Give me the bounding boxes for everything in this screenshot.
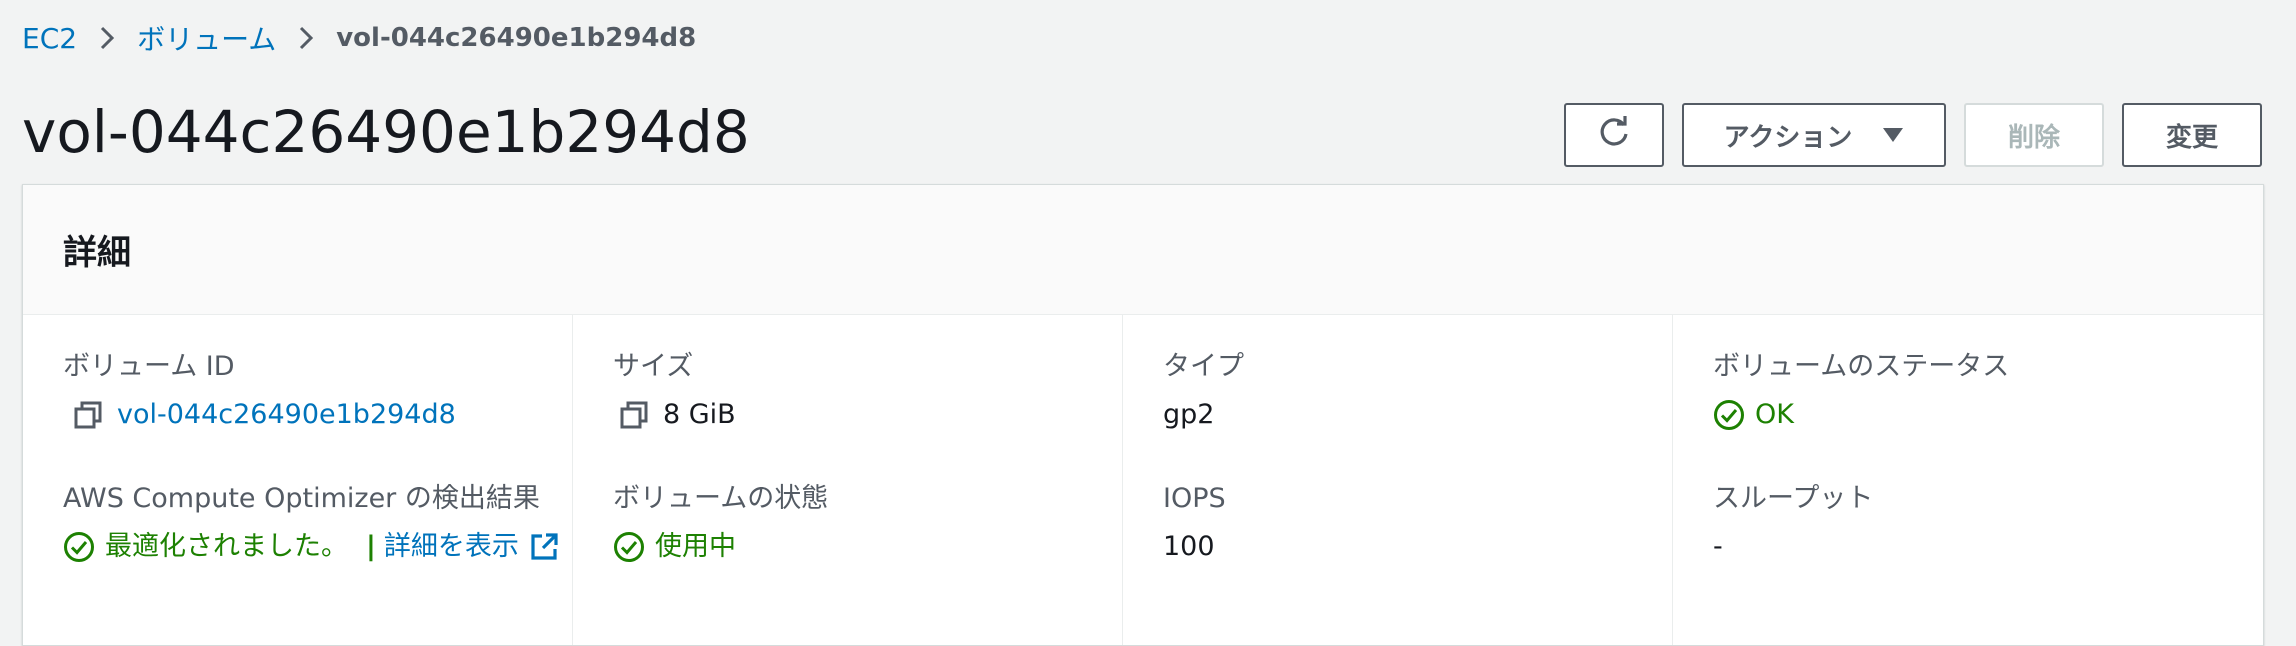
chevron-right-icon — [99, 25, 115, 51]
refresh-icon — [1597, 115, 1631, 156]
details-panel-header: 詳細 — [23, 185, 2263, 315]
optimizer-status: 最適化されました。 — [105, 531, 348, 562]
breadcrumb-ec2-link[interactable]: EC2 — [22, 22, 77, 55]
optimizer-label: AWS Compute Optimizer の検出結果 — [63, 483, 540, 514]
external-link-icon[interactable] — [529, 532, 559, 562]
copy-icon[interactable] — [619, 400, 649, 430]
size-value: 8 GiB — [663, 399, 736, 430]
volume-status-label: ボリュームのステータス — [1713, 351, 2010, 382]
details-column-1: ボリューム ID vol-044c26490e1b294d8 AWS Compu… — [23, 315, 573, 645]
optimizer-value: 最適化されました。 | 詳細を表示 — [63, 525, 572, 569]
modify-button[interactable]: 変更 — [2122, 103, 2262, 167]
details-column-3: タイプ gp2 IOPS 100 — [1123, 315, 1673, 645]
volume-state-value-row: 使用中 — [613, 525, 1122, 569]
caret-down-icon — [1882, 120, 1904, 150]
size-field: サイズ 8 GiB — [613, 347, 1122, 479]
copy-icon[interactable] — [73, 400, 103, 430]
optimizer-field: AWS Compute Optimizer の検出結果 最適化されました。 | … — [63, 479, 572, 611]
view-details-link[interactable]: 詳細を表示 — [384, 525, 519, 569]
details-title: 詳細 — [63, 233, 131, 273]
details-panel: 詳細 ボリューム ID vol-044c26490e1b294d8 AWS Co… — [22, 184, 2264, 646]
type-field: タイプ gp2 — [1163, 347, 1672, 479]
chevron-right-icon — [298, 25, 314, 51]
volume-state-value: 使用中 — [655, 531, 736, 562]
volume-id-link[interactable]: vol-044c26490e1b294d8 — [117, 393, 456, 437]
volume-id-field: ボリューム ID vol-044c26490e1b294d8 — [63, 347, 572, 479]
success-check-icon — [63, 531, 95, 563]
page-title: vol-044c26490e1b294d8 — [22, 98, 750, 166]
breadcrumb: EC2 ボリューム vol-044c26490e1b294d8 — [22, 18, 696, 58]
volume-status-field: ボリュームのステータス OK — [1713, 347, 2263, 479]
type-label: タイプ — [1163, 351, 1244, 382]
details-column-4: ボリュームのステータス OK スループット - — [1673, 315, 2263, 645]
volume-status-value: OK — [1755, 399, 1794, 430]
optimizer-separator: | — [366, 531, 376, 562]
iops-value: 100 — [1163, 531, 1215, 562]
breadcrumb-volumes-link[interactable]: ボリューム — [137, 18, 276, 58]
details-columns: ボリューム ID vol-044c26490e1b294d8 AWS Compu… — [23, 315, 2263, 645]
volume-status-value-row: OK — [1713, 393, 2263, 437]
volume-id-label: ボリューム ID — [63, 351, 235, 382]
type-value: gp2 — [1163, 399, 1215, 430]
actions-label: アクション — [1723, 122, 1853, 153]
throughput-label: スループット — [1713, 483, 1874, 514]
volume-state-field: ボリュームの状態 使用中 — [613, 479, 1122, 611]
volume-state-label: ボリュームの状態 — [613, 483, 829, 514]
refresh-button[interactable] — [1564, 103, 1664, 167]
size-label: サイズ — [613, 351, 694, 382]
delete-button[interactable]: 削除 — [1964, 103, 2104, 167]
header-actions: アクション 削除 変更 — [1564, 103, 2262, 167]
iops-field: IOPS 100 — [1163, 479, 1672, 611]
actions-dropdown-button[interactable]: アクション — [1682, 103, 1946, 167]
throughput-value: - — [1713, 531, 1723, 562]
throughput-field: スループット - — [1713, 479, 2263, 611]
success-check-icon — [1713, 399, 1745, 431]
volume-id-value: vol-044c26490e1b294d8 — [63, 393, 572, 437]
size-value-row: 8 GiB — [613, 393, 1122, 437]
breadcrumb-current: vol-044c26490e1b294d8 — [336, 23, 697, 53]
success-check-icon — [613, 531, 645, 563]
iops-label: IOPS — [1163, 483, 1226, 514]
details-column-2: サイズ 8 GiB ボリュームの状態 使用中 — [573, 315, 1123, 645]
